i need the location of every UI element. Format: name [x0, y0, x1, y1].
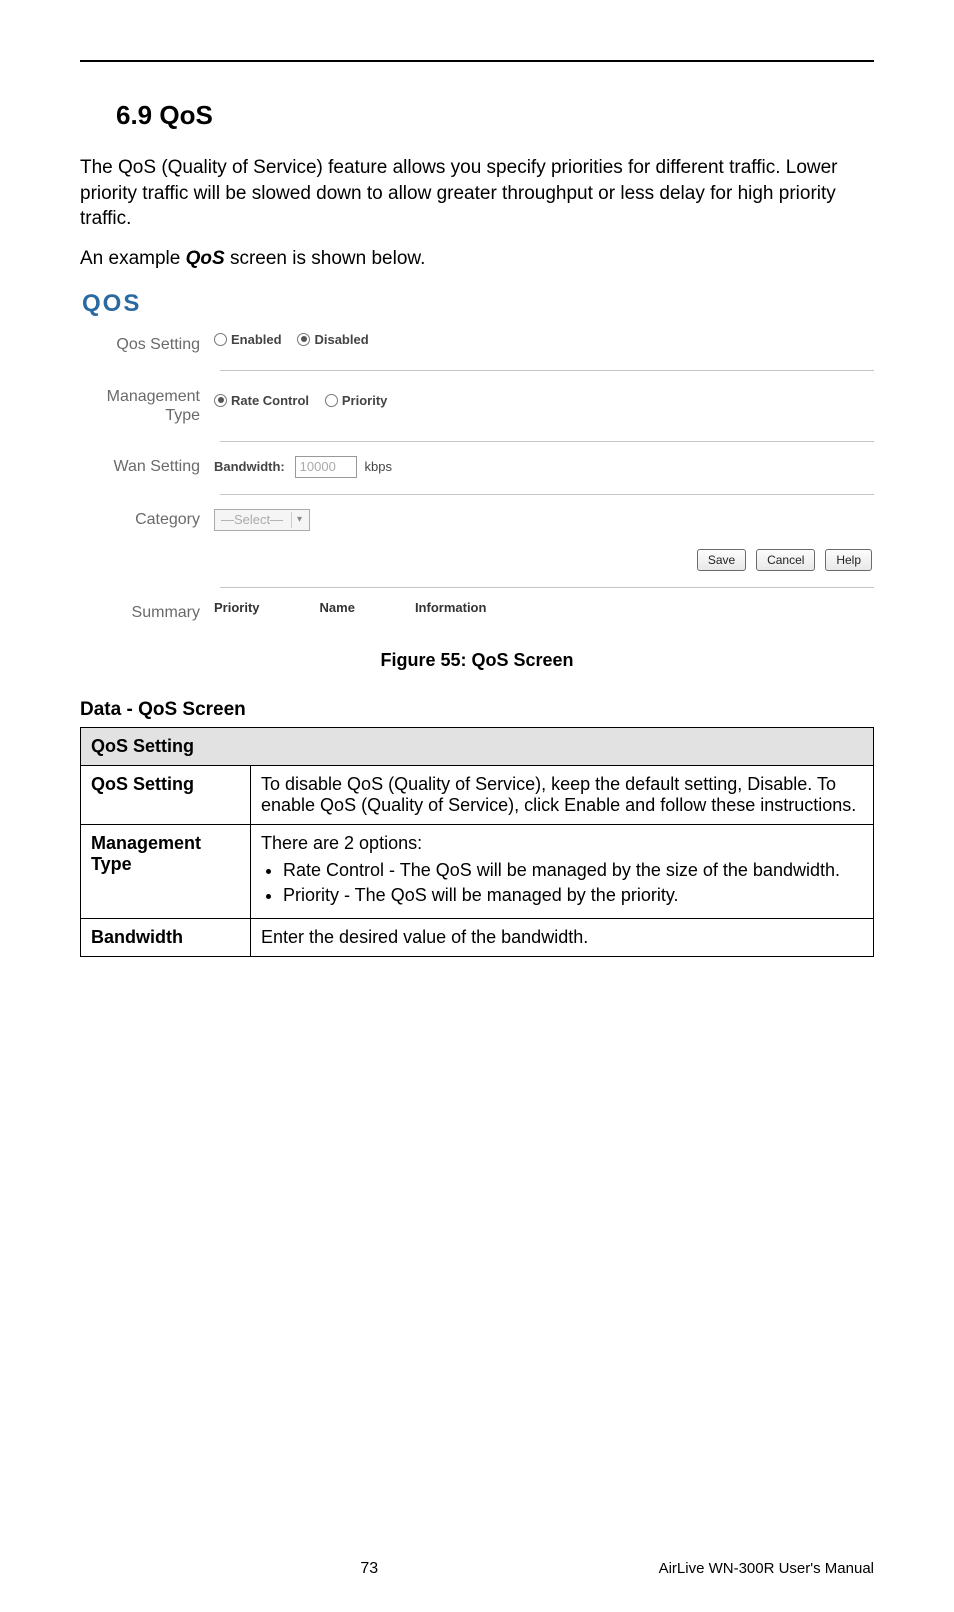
table-row: Management Type There are 2 options: Rat…	[81, 824, 874, 918]
qos-setting-label: Qos Setting	[80, 332, 210, 354]
mgmt-option-rate: Rate Control - The QoS will be managed b…	[283, 860, 863, 881]
section-heading: 6.9 QoS	[116, 100, 874, 131]
qos-data-table: QoS Setting QoS Setting To disable QoS (…	[80, 727, 874, 957]
mgmt-type-label: Management Type	[80, 383, 210, 425]
qos-enabled-radio[interactable]: Enabled	[214, 332, 282, 347]
summary-col-name: Name	[320, 600, 355, 615]
divider	[220, 370, 874, 371]
table-row: Bandwidth Enter the desired value of the…	[81, 918, 874, 956]
mgmt-rate-radio[interactable]: Rate Control	[214, 393, 309, 408]
category-select-value: —Select—	[221, 512, 283, 527]
intro2-post: screen is shown below.	[225, 248, 426, 269]
divider	[220, 441, 874, 442]
wan-setting-label: Wan Setting	[80, 454, 210, 476]
figure-caption: Figure 55: QoS Screen	[80, 650, 874, 671]
category-select[interactable]: —Select— ▾	[214, 509, 310, 531]
table-value: To disable QoS (Quality of Service), kee…	[251, 765, 874, 824]
table-key: Bandwidth	[81, 918, 251, 956]
intro2-emph: QoS	[186, 248, 225, 269]
qos-disabled-radio[interactable]: Disabled	[297, 332, 368, 347]
radio-icon	[297, 333, 310, 346]
page-number: 73	[80, 1560, 659, 1578]
bandwidth-label: Bandwidth:	[214, 459, 285, 474]
page-footer: 73 AirLive WN-300R User's Manual	[80, 1560, 874, 1578]
qos-panel-title: QOS	[82, 290, 874, 318]
save-button[interactable]: Save	[697, 549, 746, 571]
summary-col-information: Information	[415, 600, 487, 615]
table-key: QoS Setting	[81, 765, 251, 824]
category-label: Category	[80, 507, 210, 529]
qos-disabled-label: Disabled	[314, 332, 368, 347]
table-value: There are 2 options: Rate Control - The …	[251, 824, 874, 918]
mgmt-rate-label: Rate Control	[231, 393, 309, 408]
cancel-button[interactable]: Cancel	[756, 549, 815, 571]
radio-icon	[325, 394, 338, 407]
table-row: QoS Setting To disable QoS (Quality of S…	[81, 765, 874, 824]
radio-icon	[214, 333, 227, 346]
summary-col-priority: Priority	[214, 600, 260, 615]
divider	[220, 494, 874, 495]
table-section-header: QoS Setting	[81, 727, 874, 765]
qos-enabled-label: Enabled	[231, 332, 282, 347]
intro-paragraph-2: An example QoS screen is shown below.	[80, 246, 874, 272]
mgmt-priority-radio[interactable]: Priority	[325, 393, 388, 408]
mgmt-option-priority: Priority - The QoS will be managed by th…	[283, 885, 863, 906]
qos-screenshot: QOS Qos Setting Enabled Disabled Managem…	[80, 290, 874, 632]
table-key: Management Type	[81, 824, 251, 918]
radio-icon	[214, 394, 227, 407]
data-table-heading: Data - QoS Screen	[80, 699, 874, 721]
top-rule	[80, 60, 874, 62]
table-value: Enter the desired value of the bandwidth…	[251, 918, 874, 956]
divider	[220, 587, 874, 588]
intro-paragraph-1: The QoS (Quality of Service) feature all…	[80, 155, 874, 232]
intro2-pre: An example	[80, 248, 186, 269]
help-button[interactable]: Help	[825, 549, 872, 571]
chevron-down-icon: ▾	[291, 512, 307, 528]
bandwidth-input[interactable]	[295, 456, 357, 478]
manual-title: AirLive WN-300R User's Manual	[659, 1560, 874, 1577]
table-section-row: QoS Setting	[81, 727, 874, 765]
bandwidth-unit: kbps	[365, 459, 392, 474]
mgmt-intro: There are 2 options:	[261, 833, 422, 853]
summary-label: Summary	[80, 600, 210, 622]
mgmt-priority-label: Priority	[342, 393, 388, 408]
